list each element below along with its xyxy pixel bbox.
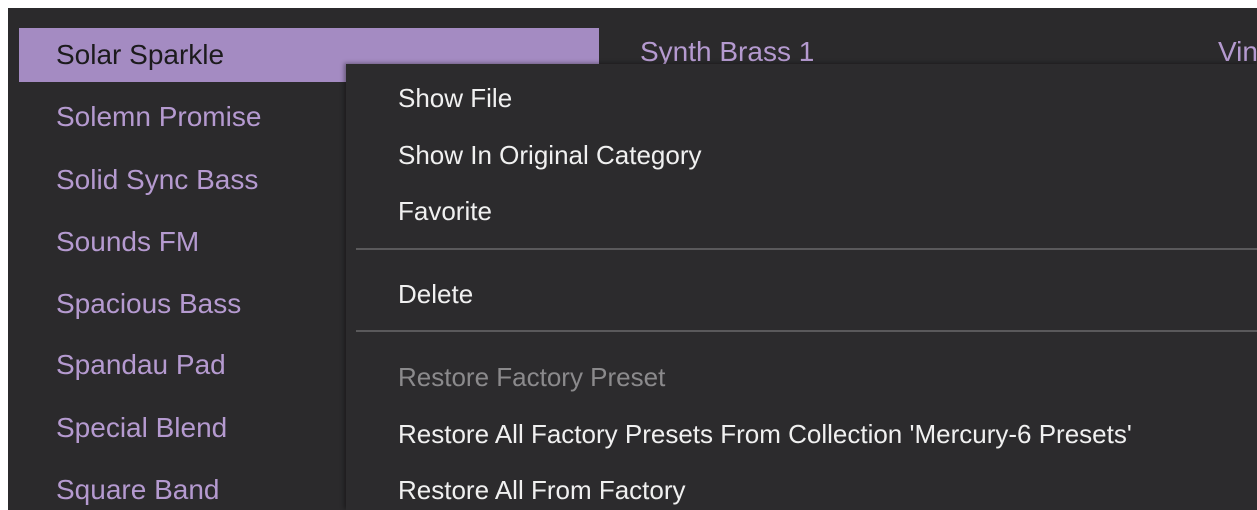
menu-separator (356, 330, 1257, 332)
menu-item-show-in-original-category[interactable]: Show In Original Category (398, 135, 701, 175)
preset-browser: Solar Sparkle Solemn Promise Solid Sync … (8, 8, 1257, 510)
menu-item-restore-factory-preset: Restore Factory Preset (398, 362, 666, 392)
preset-item-solemn-promise[interactable]: Solemn Promise (19, 90, 261, 144)
preset-item-sounds-fm[interactable]: Sounds FM (19, 215, 199, 269)
preset-item-spandau-pad[interactable]: Spandau Pad (19, 338, 226, 392)
menu-item-show-file[interactable]: Show File (398, 78, 512, 118)
preset-item-special-blend[interactable]: Special Blend (19, 401, 227, 455)
menu-item-restore-all-from-collection[interactable]: Restore All Factory Presets From Collect… (398, 414, 1132, 454)
menu-separator (356, 248, 1257, 250)
menu-item-restore-all-from-factory[interactable]: Restore All From Factory (398, 470, 686, 510)
preset-item-solid-sync-bass[interactable]: Solid Sync Bass (19, 153, 258, 207)
context-menu: Show File Show In Original Category Favo… (346, 64, 1257, 510)
top-strip (608, 8, 1257, 16)
menu-item-delete[interactable]: Delete (398, 274, 473, 314)
preset-item-spacious-bass[interactable]: Spacious Bass (19, 277, 241, 331)
menu-item-favorite[interactable]: Favorite (398, 191, 492, 231)
preset-item-square-band[interactable]: Square Band (19, 463, 219, 510)
